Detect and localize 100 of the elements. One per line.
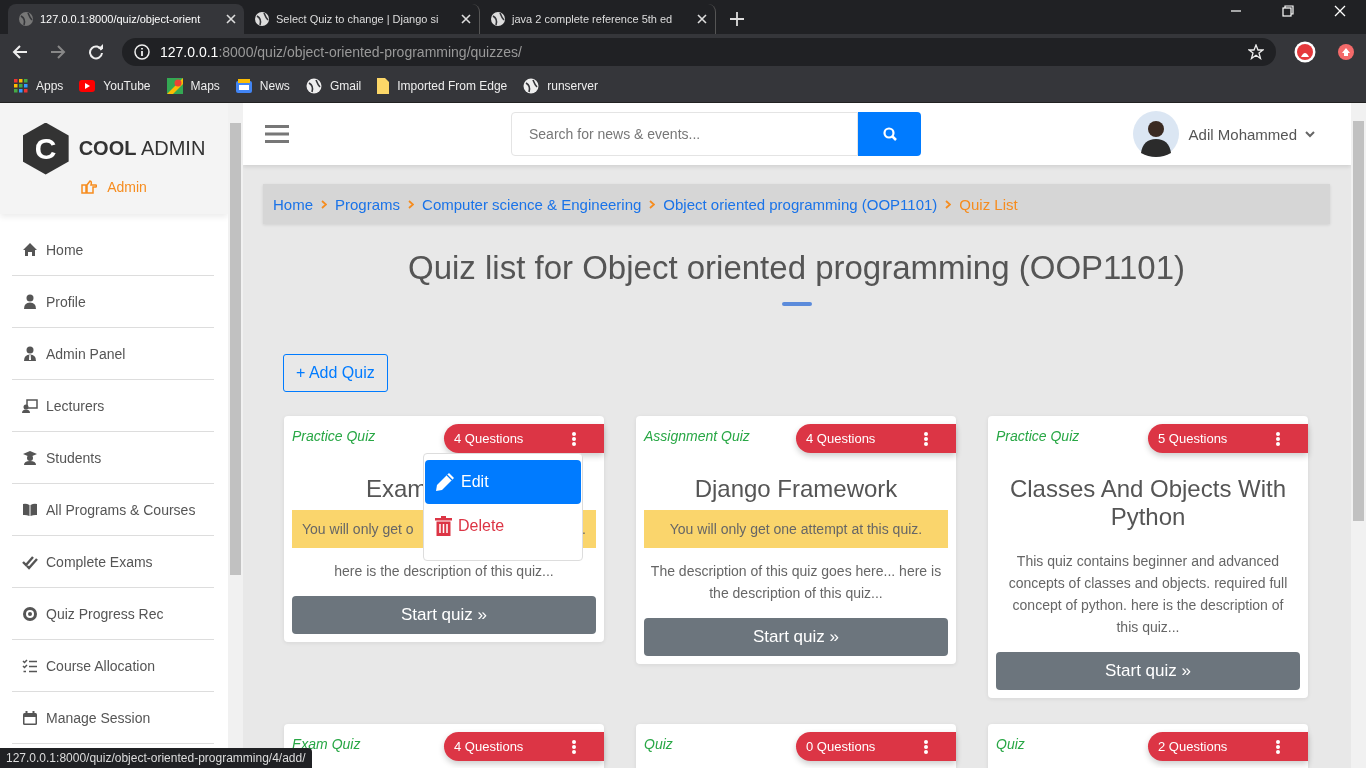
bookmark[interactable]: YouTube: [79, 79, 151, 93]
scrollbar-thumb[interactable]: [1353, 121, 1364, 521]
apps-grid-icon: [14, 79, 28, 93]
sidebar-item[interactable]: Students: [12, 432, 214, 484]
hexagon-logo: C: [22, 122, 69, 175]
play-icon: [79, 80, 96, 92]
chevron-icon: [408, 199, 415, 209]
kebab-menu-icon: [572, 431, 576, 446]
start-quiz-button[interactable]: Start quiz »: [996, 652, 1300, 690]
tab-title: Select Quiz to change | Django si: [276, 13, 440, 25]
quiz-category: Quiz: [996, 736, 1025, 752]
notice-text: You will only get one attempt at this quiz.: [669, 521, 923, 537]
logo-text: COOL ADMIN: [78, 137, 206, 160]
close-icon: [697, 14, 707, 24]
scrollbar-thumb[interactable]: [230, 123, 241, 575]
quiz-category: Quiz: [644, 736, 673, 752]
pencil-icon: [435, 472, 455, 492]
user-icon: [22, 293, 38, 310]
chevron-icon: [649, 199, 656, 209]
home-icon: [22, 241, 38, 258]
sidebar-item[interactable]: All Programs & Courses: [12, 484, 214, 536]
browser-tab[interactable]: 127.0.0.1:8000/quiz/object-orient: [8, 4, 244, 34]
checklist-icon: [22, 657, 38, 674]
quiz-category: Practice Quiz: [996, 428, 1080, 444]
globe-icon: [490, 11, 506, 27]
trash-icon: [435, 516, 452, 536]
kebab-menu-icon: [1276, 739, 1280, 754]
search-button[interactable]: [858, 112, 921, 156]
globe-icon: [254, 11, 270, 27]
kebab-menu-icon: [924, 739, 928, 754]
sidebar-item[interactable]: Complete Exams: [12, 536, 214, 588]
sidebar-item[interactable]: Course Allocation: [12, 640, 214, 692]
back-icon: [12, 44, 28, 60]
question-count-badge: 4 Questions: [796, 424, 956, 453]
question-count-badge: 2 Questions: [1148, 732, 1308, 761]
question-count-badge: 4 Questions: [444, 424, 604, 453]
menu-item[interactable]: Edit: [425, 460, 581, 504]
start-quiz-button[interactable]: Start quiz »: [292, 596, 596, 634]
forward-icon: [50, 44, 66, 60]
question-count-badge: 4 Questions: [444, 732, 604, 761]
sidebar-item[interactable]: Admin Panel: [12, 328, 214, 380]
question-count-badge: 0 Questions: [796, 732, 956, 761]
address-bar[interactable]: 127.0.0.1:8000/quiz/object-oriented-programming/quizzes/: [122, 38, 1276, 66]
bookmark[interactable]: News: [235, 79, 290, 93]
quiz-title: Classes And Objects With Python: [1008, 474, 1288, 532]
page-heading: Quiz list for Object oriented programming (OOP1101): [407, 248, 1186, 288]
kebab-menu-icon: [572, 739, 576, 754]
close-icon: [461, 14, 471, 24]
folder-icon: [377, 78, 390, 94]
close-icon: [226, 14, 236, 24]
sidebar-item[interactable]: Home: [12, 224, 214, 276]
breadcrumb-current: Quiz List: [959, 195, 1018, 213]
calendar-icon: [22, 709, 38, 726]
quiz-description: The description of this quiz goes here... here is the description of this quiz...: [649, 562, 943, 603]
bookmark[interactable]: Maps: [166, 78, 220, 94]
sidebar-item[interactable]: Lecturers: [12, 380, 214, 432]
globe-icon: [305, 78, 322, 94]
menu-item[interactable]: Delete: [425, 504, 581, 548]
bookmark[interactable]: Imported From Edge: [377, 78, 508, 94]
quiz-description: This quiz contains beginner and advanced concepts of classes and objects. required full concept of python. here is the description of this quiz...: [1007, 552, 1289, 637]
chevron-icon: [945, 199, 952, 209]
status-url: 127.0.0.1:8000/quiz/object-oriented-programming/4/add/: [0, 748, 312, 768]
search-field[interactable]: Search for news & events...: [511, 112, 858, 156]
url-text: 127.0.0.1:8000/quiz/object-oriented-programming/quizzes/: [160, 44, 522, 60]
notice-text: .: [582, 521, 586, 537]
kebab-menu-icon: [1276, 431, 1280, 446]
quiz-description: here is the description of this quiz...: [333, 562, 555, 581]
presenter-icon: [22, 397, 38, 414]
avatar-icon: [1132, 111, 1179, 157]
tab-title: 127.0.0.1:8000/quiz/object-orient: [40, 13, 202, 25]
info-icon: [134, 44, 150, 60]
bookmark[interactable]: Apps: [14, 79, 64, 93]
news-icon: [235, 79, 252, 93]
profile-icon: [1294, 41, 1316, 63]
quiz-category: Assignment Quiz: [644, 428, 750, 444]
quiz-title: Django Framework: [693, 474, 899, 504]
star-icon: [1248, 44, 1264, 60]
menu-icon: [265, 124, 289, 144]
chevron-icon: [321, 199, 327, 209]
bookmark[interactable]: runserver: [523, 78, 598, 94]
caret-icon: [1305, 130, 1315, 138]
user-menu[interactable]: Adil Mohammed: [1132, 111, 1315, 157]
role-label: Admin: [107, 178, 147, 195]
map-icon: [166, 78, 183, 94]
target-icon: [22, 605, 38, 622]
sidebar-item[interactable]: Quiz Progress Rec: [12, 588, 214, 640]
bookmark[interactable]: Gmail: [305, 78, 362, 94]
extension-icon: [1338, 44, 1354, 60]
plus-icon: [730, 12, 744, 26]
tab-title: java 2 complete reference 5th ed: [512, 13, 674, 25]
reload-icon: [88, 44, 104, 60]
sidebar-item[interactable]: Profile: [12, 276, 214, 328]
quiz-category: Practice Quiz: [292, 428, 376, 444]
start-quiz-button[interactable]: Start quiz »: [644, 618, 948, 656]
sidebar-item[interactable]: Manage Session: [12, 692, 214, 744]
notice-text: You will only get o: [302, 521, 414, 537]
question-count-badge: 5 Questions: [1148, 424, 1308, 453]
restore-icon: [1282, 5, 1294, 17]
close-icon: [1334, 5, 1346, 17]
search-icon: [882, 127, 897, 141]
